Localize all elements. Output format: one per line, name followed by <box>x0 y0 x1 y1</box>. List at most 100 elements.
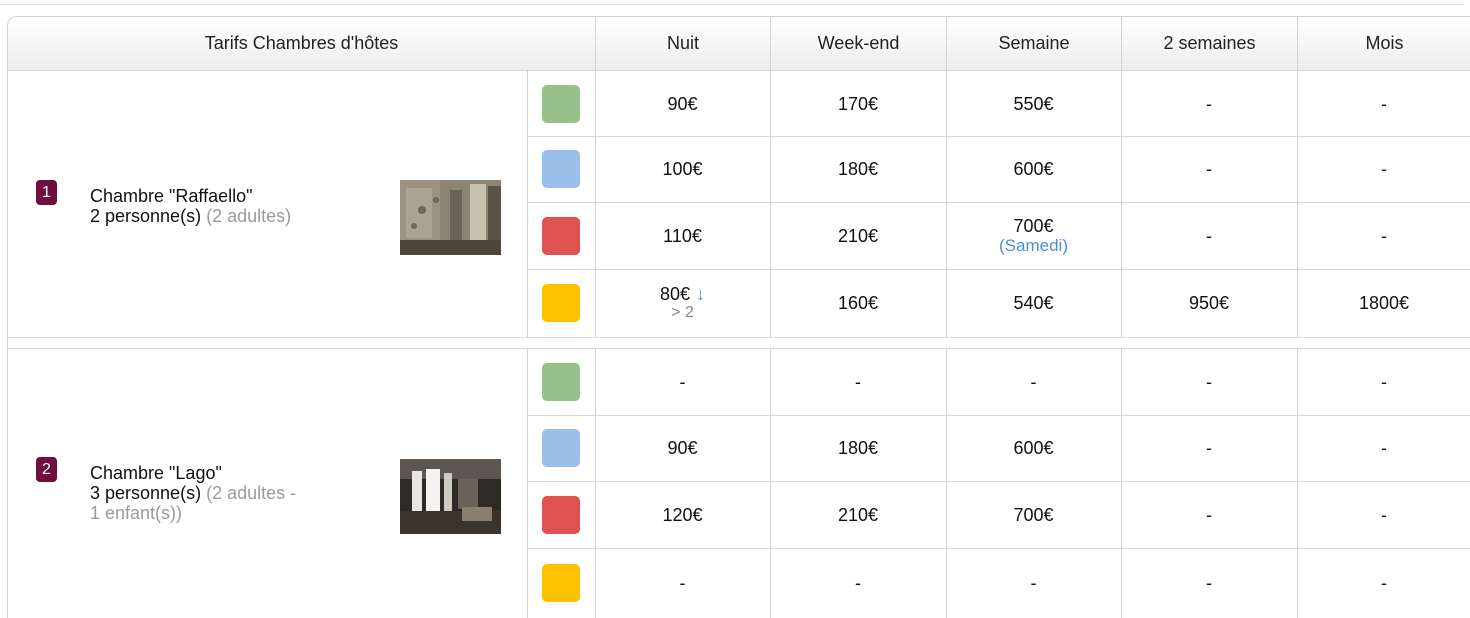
room-photo[interactable] <box>400 180 501 255</box>
rate-value: 700€ <box>1013 505 1053 525</box>
price: - <box>1030 573 1037 593</box>
price: 700€ <box>1013 216 1054 236</box>
price: - <box>1206 159 1212 179</box>
rate-cell-nuit: 90€ <box>595 415 770 481</box>
rate-value: - <box>1031 573 1037 593</box>
header-title: Tarifs Chambres d'hôtes <box>204 33 399 53</box>
rate-row: ----- <box>527 548 1470 618</box>
rate-cell-semaine: 700€ <box>946 481 1121 548</box>
price: 210€ <box>837 504 879 525</box>
rate-cell-semaine: - <box>946 548 1121 618</box>
rate-cell-weekend: 180€ <box>770 415 946 481</box>
header-week-end: Week-end <box>770 17 946 70</box>
rate-value: 120€ <box>662 505 702 525</box>
rate-cell-mois: - <box>1297 71 1470 136</box>
rate-cell-deux-semaines: - <box>1121 202 1297 269</box>
room-occupancy-continued: 1 enfant(s)) <box>90 503 183 523</box>
room-description: Chambre "Raffaello" 2 personne(s) (2 adu… <box>90 186 380 226</box>
price: - <box>679 372 686 392</box>
rate-value: - <box>1206 438 1212 458</box>
price: - <box>1206 225 1212 246</box>
price: - <box>1381 93 1387 114</box>
price: - <box>1381 372 1387 392</box>
room-capacity-line: 3 personne(s) (2 adultes - <box>90 483 380 503</box>
price: 160€ <box>837 293 879 313</box>
rate-row: ----- <box>527 349 1470 415</box>
price: - <box>1381 438 1387 458</box>
rate-value: - <box>1206 226 1212 246</box>
price: 600€ <box>1013 438 1054 458</box>
room-name: Chambre "Lago" <box>90 463 222 483</box>
rate-value: - <box>1381 372 1387 392</box>
price: 700€ <box>1013 504 1054 525</box>
price: 540€ <box>1013 293 1054 313</box>
rate-value: 210€ <box>838 505 878 525</box>
rate-value: - <box>1206 573 1212 593</box>
rate-cell-nuit: - <box>595 548 770 618</box>
price: 170€ <box>837 93 879 114</box>
price: - <box>1206 93 1212 114</box>
rate-cell-semaine: 600€ <box>946 415 1121 481</box>
rate-cell-weekend: 160€ <box>770 269 946 337</box>
rate-value: 180€ <box>838 438 878 458</box>
rate-cell-deux-semaines: - <box>1121 415 1297 481</box>
price: - <box>855 372 861 392</box>
season-color-swatch <box>542 496 580 534</box>
price: 180€ <box>837 438 879 458</box>
price: 90€ <box>667 93 698 114</box>
rate-cell-mois: - <box>1297 202 1470 269</box>
rate-row: 100€ 180€ 600€ - - <box>527 136 1470 202</box>
rate-cell-deux-semaines: - <box>1121 349 1297 415</box>
price: - <box>1381 225 1387 246</box>
rate-value: - <box>1381 505 1387 525</box>
rate-value: - <box>1381 94 1387 114</box>
rate-row: 80€ ↓ > 2 160€ 540€ 950€ 1800€ <box>527 269 1470 337</box>
rate-cell-nuit: 120€ <box>595 481 770 548</box>
rate-cell-deux-semaines: - <box>1121 136 1297 202</box>
rate-value: - <box>855 372 861 392</box>
price: 180€ <box>837 159 879 179</box>
season-color-swatch <box>542 217 580 255</box>
room-photo[interactable] <box>400 459 501 534</box>
rate-value: - <box>1381 573 1387 593</box>
table-header: Tarifs Chambres d'hôtes Nuit Week-end Se… <box>8 17 1470 71</box>
rate-value: 80€ ↓ <box>660 284 705 304</box>
rate-cell-weekend: - <box>770 548 946 618</box>
room-group-1: 1 Chambre "Raffaello" 2 personne(s) (2 a… <box>8 71 1470 337</box>
room-capacity-line: 2 personne(s) (2 adultes) <box>90 206 380 226</box>
rate-value: - <box>680 573 686 593</box>
rate-value: 90€ <box>667 94 697 114</box>
rate-cell-mois: - <box>1297 548 1470 618</box>
rate-value: - <box>680 372 686 392</box>
rate-value: 540€ <box>1013 293 1053 313</box>
rate-value: 110€ <box>663 226 702 246</box>
rate-cell-mois: - <box>1297 136 1470 202</box>
room-occupancy: (2 adultes - <box>206 483 297 503</box>
rate-value: 700€ <box>1013 216 1053 236</box>
rate-cell-nuit: 100€ <box>595 136 770 202</box>
price: 90€ <box>667 438 698 458</box>
rate-cell-nuit: 80€ ↓ > 2 <box>595 269 770 337</box>
rate-value: - <box>1031 372 1037 392</box>
rate-cell-weekend: 210€ <box>770 481 946 548</box>
rate-row: 90€ 170€ 550€ - - <box>527 71 1470 136</box>
rate-cell-semaine: 600€ <box>946 136 1121 202</box>
rate-cell-mois: - <box>1297 415 1470 481</box>
price: - <box>1381 504 1387 525</box>
price: - <box>855 573 861 593</box>
rate-value: - <box>1381 159 1387 179</box>
rate-value: 1800€ <box>1359 293 1409 313</box>
header-nuit: Nuit <box>595 17 770 70</box>
room-group-2: 2 Chambre "Lago" 3 personne(s) (2 adulte… <box>8 349 1470 618</box>
room-number-badge: 2 <box>36 457 57 482</box>
rate-cell-nuit: 90€ <box>595 71 770 136</box>
rate-value: - <box>855 573 861 593</box>
rate-value: 600€ <box>1013 159 1053 179</box>
rate-value: 90€ <box>667 438 697 458</box>
price: 110€ <box>663 225 702 246</box>
room-info-2: 2 Chambre "Lago" 3 personne(s) (2 adulte… <box>8 349 527 618</box>
rate-cell-weekend: 170€ <box>770 71 946 136</box>
header-semaine: Semaine <box>946 17 1121 70</box>
rate-value: 180€ <box>838 159 878 179</box>
price: - <box>1206 573 1212 593</box>
